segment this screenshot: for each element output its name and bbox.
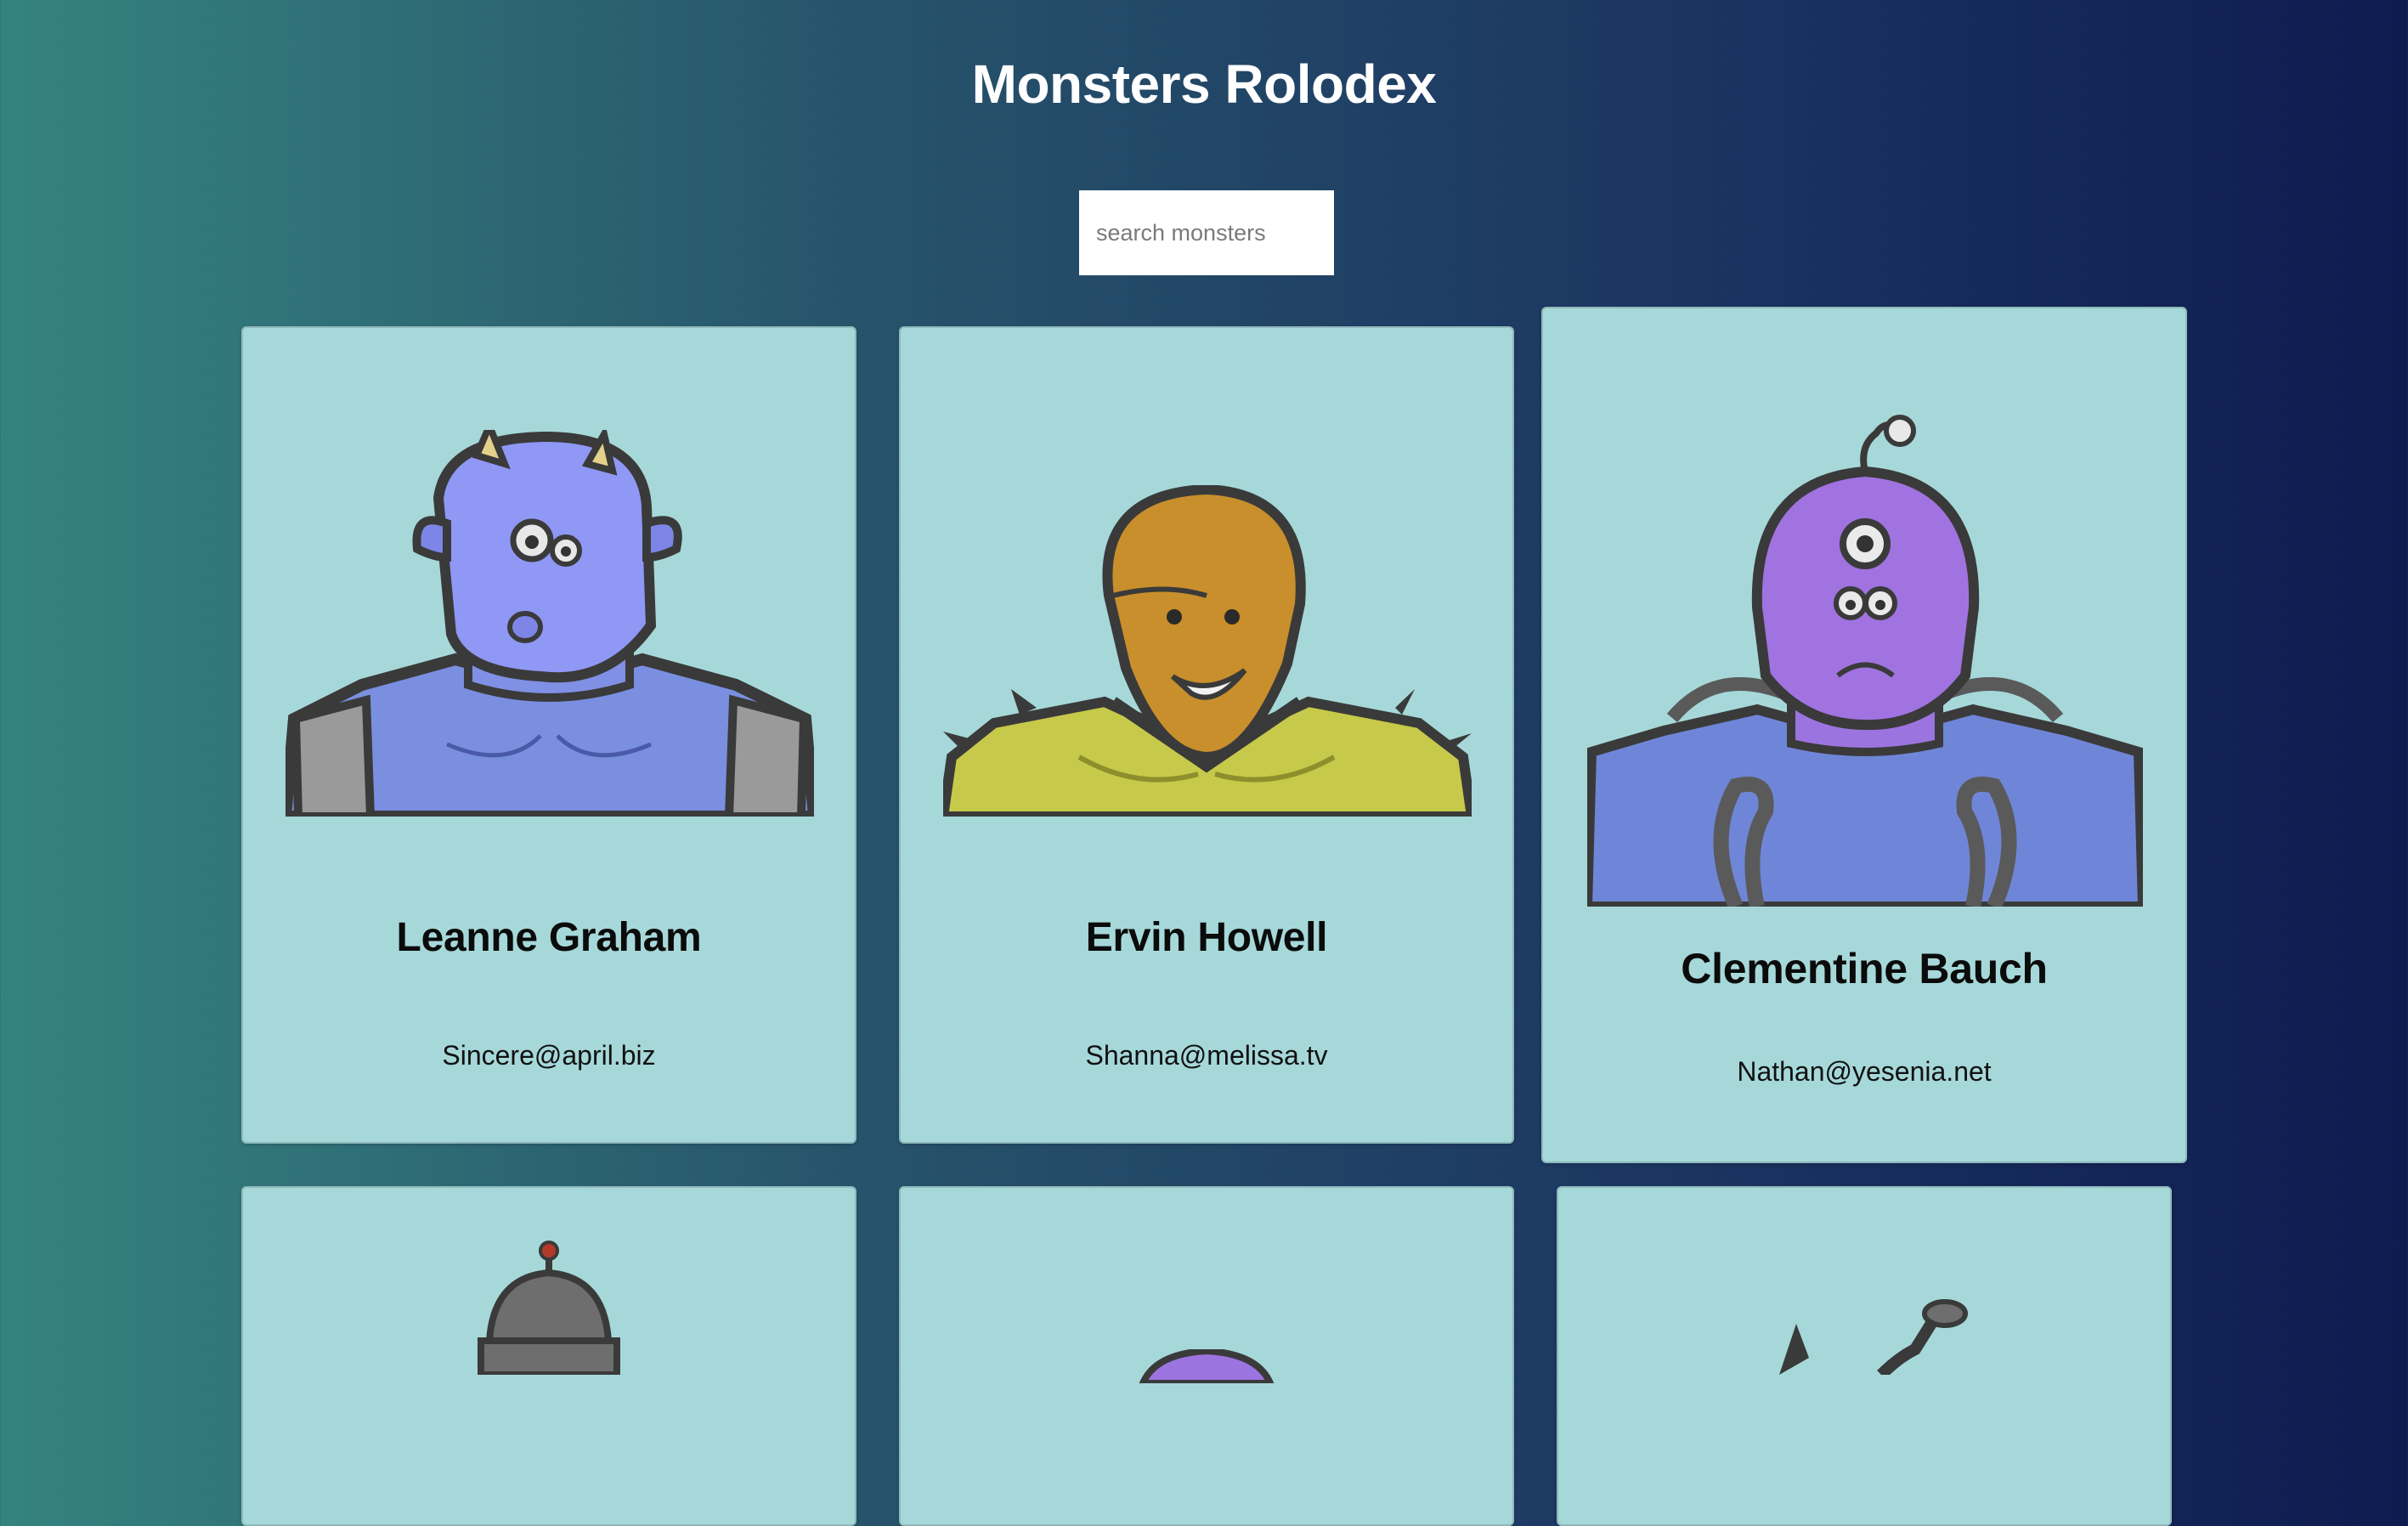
monster-email: Sincere@april.biz (442, 1040, 656, 1071)
page-title: Monsters Rolodex (971, 54, 1437, 115)
monster-card[interactable]: Clementine Bauch Nathan@yesenia.net (1541, 307, 2187, 1163)
monster-avatar-image (943, 485, 1472, 817)
monster-card[interactable] (241, 1186, 856, 1526)
monster-card[interactable] (1557, 1186, 2172, 1526)
monster-avatar-image (285, 430, 814, 817)
search-input[interactable] (1079, 190, 1334, 275)
monster-email: Shanna@melissa.tv (1085, 1040, 1328, 1071)
monster-card[interactable]: Leanne Graham Sincere@april.biz (241, 326, 856, 1144)
monster-avatar-image (1139, 1349, 1275, 1383)
monster-card[interactable]: Ervin Howell Shanna@melissa.tv (899, 326, 1514, 1144)
monster-avatar-image (478, 1241, 620, 1375)
monster-avatar-image (1587, 415, 2143, 907)
monster-name: Leanne Graham (396, 915, 702, 960)
monster-name: Ervin Howell (1085, 915, 1328, 960)
monster-email: Nathan@yesenia.net (1737, 1056, 1992, 1087)
monster-name: Clementine Bauch (1681, 945, 2048, 992)
monster-card[interactable] (899, 1186, 1514, 1526)
monster-avatar-image (1779, 1299, 1968, 1375)
